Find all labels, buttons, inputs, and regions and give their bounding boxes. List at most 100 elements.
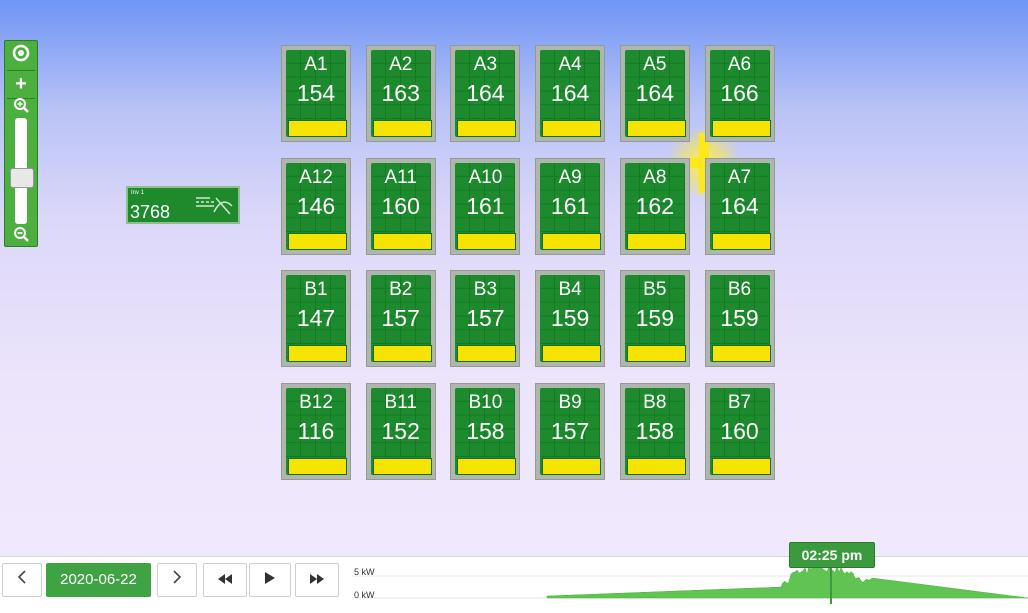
panel-name: B1	[304, 279, 328, 300]
fast-forward-button[interactable]	[295, 563, 339, 597]
panel-value: 116	[297, 417, 335, 444]
panel-value: 160	[720, 417, 759, 444]
panel-value: 157	[466, 305, 505, 331]
panel-name: B5	[643, 279, 667, 300]
panel-value: 158	[635, 417, 674, 444]
panel-status-bar	[372, 120, 432, 137]
panel-name: A12	[299, 166, 333, 188]
solar-panel[interactable]: A6 166	[704, 45, 775, 142]
panel-name: B10	[468, 391, 503, 413]
panel-status-bar	[711, 457, 771, 475]
panel-name: A9	[558, 166, 582, 188]
panel-name: A10	[468, 166, 503, 188]
panel-status-bar	[542, 457, 602, 475]
panel-status-bar	[288, 120, 347, 137]
zoom-control: +	[4, 40, 38, 247]
panel-value: 164	[720, 192, 759, 219]
solar-panel[interactable]: B11 152	[365, 382, 436, 480]
panel-status-bar	[372, 457, 432, 475]
panel-value: 159	[720, 305, 759, 331]
target-icon[interactable]	[5, 43, 37, 69]
panel-value: 157	[381, 305, 420, 331]
panel-name: B9	[558, 391, 582, 413]
panel-value: 158	[466, 417, 505, 444]
panel-status-bar	[626, 120, 686, 137]
panel-value: 147	[296, 305, 336, 331]
inverter-box[interactable]: Inv 1 3768	[126, 186, 240, 224]
solar-panel[interactable]: B1 147	[281, 270, 351, 367]
solar-panel[interactable]: A10 161	[450, 157, 521, 255]
panel-value: 157	[550, 417, 590, 444]
solar-panel[interactable]: A11 160	[365, 157, 436, 255]
zoom-in-icon[interactable]	[5, 97, 37, 119]
panel-name: A8	[643, 166, 667, 188]
panel-name: A3	[473, 54, 498, 75]
panel-name: B6	[727, 279, 752, 300]
power-timeline-chart[interactable]: 5 kW 0 kW	[352, 560, 1028, 604]
rewind-button[interactable]	[203, 563, 247, 597]
panel-status-bar	[711, 232, 771, 250]
solar-panel[interactable]: B5 159	[619, 270, 690, 367]
panel-name: B2	[389, 279, 413, 300]
solar-panel[interactable]: A12 146	[281, 157, 351, 255]
panel-name: B12	[299, 391, 333, 413]
panel-name: A4	[558, 54, 582, 75]
panel-name: B4	[558, 279, 582, 300]
zoom-slider-handle[interactable]	[10, 168, 34, 188]
solar-panel[interactable]: A7 164	[704, 157, 775, 255]
prev-day-button[interactable]	[2, 563, 42, 597]
panel-status-bar	[542, 232, 602, 250]
current-time-badge[interactable]: 02:25 pm	[789, 542, 875, 568]
panel-value: 166	[720, 80, 759, 106]
next-day-button[interactable]	[157, 563, 197, 597]
solar-panel[interactable]: B7 160	[704, 382, 775, 480]
panel-status-bar	[542, 345, 602, 362]
solar-panel[interactable]: B3 157	[450, 270, 521, 367]
solar-panel[interactable]: A2 163	[365, 45, 436, 142]
solar-panel[interactable]: A9 161	[535, 157, 606, 255]
solar-panel[interactable]: A1 154	[281, 45, 351, 142]
panel-name: A5	[643, 54, 667, 75]
date-button[interactable]: 2020-06-22	[46, 563, 151, 597]
solar-panel[interactable]: B9 157	[535, 382, 606, 480]
panel-status-bar	[288, 232, 347, 250]
panel-name: A2	[389, 54, 413, 75]
solar-panel[interactable]: B10 158	[450, 382, 521, 480]
inverter-name: Inv 1	[131, 190, 145, 196]
y-min-label: 0 kW	[354, 590, 375, 600]
panel-name: A6	[727, 54, 752, 75]
panel-status-bar	[288, 345, 347, 362]
panel-value: 161	[466, 192, 505, 219]
panel-status-bar	[457, 120, 517, 137]
solar-panel[interactable]: A5 164	[619, 45, 690, 142]
solar-panel[interactable]: B4 159	[535, 270, 606, 367]
panel-status-bar	[288, 457, 347, 475]
panel-name: B8	[643, 391, 667, 413]
panel-value: 154	[296, 80, 336, 106]
panel-status-bar	[457, 345, 517, 362]
panel-name: B7	[727, 391, 752, 413]
solar-panel[interactable]: A8 162	[619, 157, 690, 255]
panel-status-bar	[457, 457, 517, 475]
solar-panel[interactable]: A4 164	[535, 45, 606, 142]
panel-value: 161	[550, 192, 590, 219]
solar-panel[interactable]: B8 158	[619, 382, 690, 480]
panel-name: A7	[727, 166, 752, 188]
zoom-plus-button[interactable]: +	[5, 71, 37, 97]
panel-status-bar	[372, 345, 432, 362]
play-button[interactable]	[249, 563, 291, 597]
inverter-icon	[194, 192, 234, 223]
zoom-out-icon[interactable]	[5, 226, 37, 244]
panel-value: 164	[466, 80, 505, 106]
panel-status-bar	[542, 120, 602, 137]
panel-status-bar	[626, 457, 686, 475]
solar-panel[interactable]: B2 157	[365, 270, 436, 367]
panel-value: 159	[550, 305, 590, 331]
solar-panel[interactable]: B12 116	[281, 382, 351, 480]
panel-value: 162	[635, 192, 674, 219]
solar-panel[interactable]: A3 164	[450, 45, 521, 142]
solar-panel[interactable]: B6 159	[704, 270, 775, 367]
panel-status-bar	[457, 232, 517, 250]
panel-status-bar	[626, 345, 686, 362]
panel-status-bar	[711, 345, 771, 362]
